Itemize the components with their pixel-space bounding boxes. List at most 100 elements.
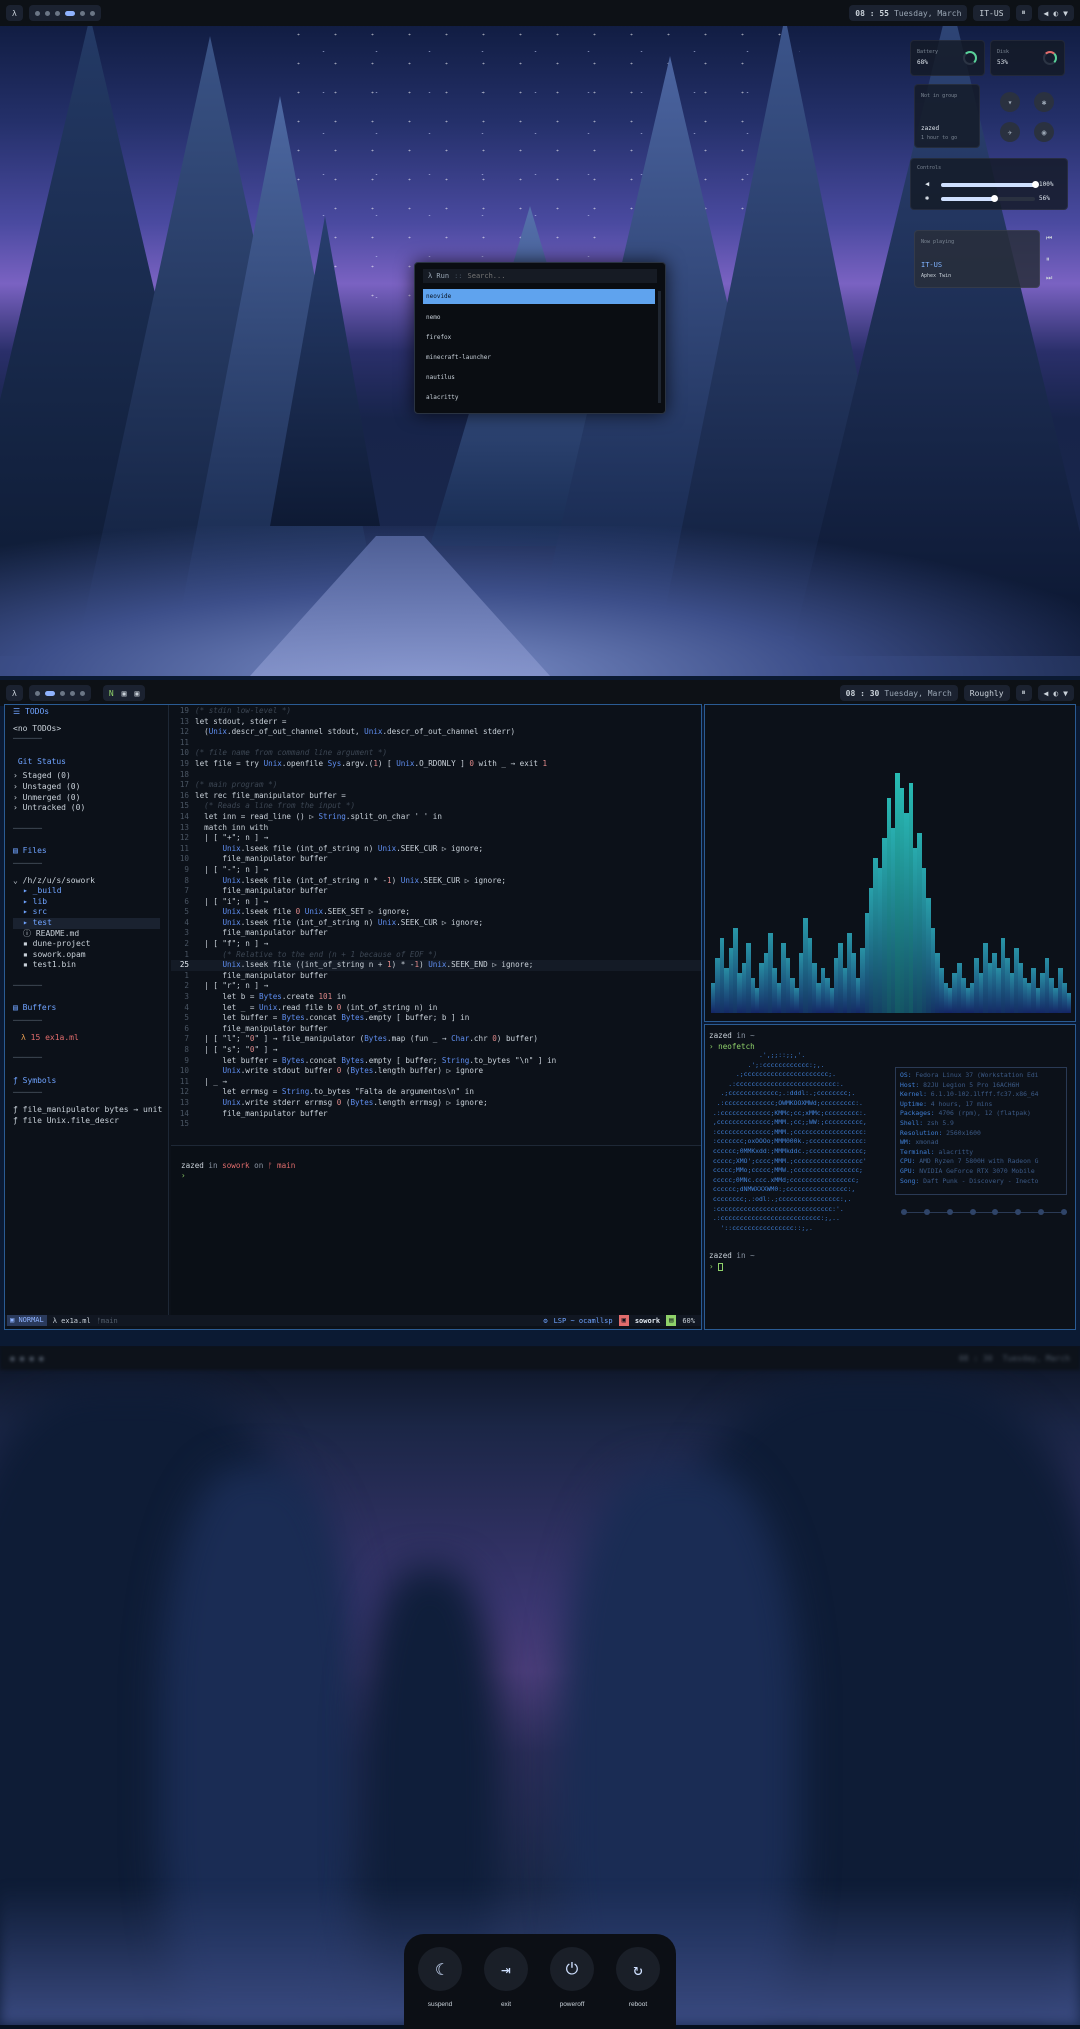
workspace-dot[interactable] bbox=[79, 10, 85, 16]
tree-folder[interactable]: ▸ lib bbox=[13, 897, 160, 908]
tree-file[interactable]: ▪ sowork.opam bbox=[13, 950, 160, 961]
window-icon[interactable]: ▣ bbox=[134, 689, 139, 698]
git-item[interactable]: › Untracked (0) bbox=[13, 803, 160, 814]
workspace-dot[interactable] bbox=[34, 690, 40, 696]
system-tray[interactable]: ◀ ◐ ▼ bbox=[1037, 685, 1074, 701]
poweroff-button[interactable]: ⏻ bbox=[550, 1947, 594, 1991]
code-line[interactable]: 7 file_manipulator buffer bbox=[171, 886, 701, 897]
buffers-header[interactable]: ▤ Buffers bbox=[13, 1003, 160, 1014]
code-line[interactable]: 11 bbox=[171, 738, 701, 749]
terminal-input-line[interactable]: › bbox=[181, 1171, 691, 1182]
code-line[interactable]: 15 bbox=[171, 1119, 701, 1130]
brightness-slider[interactable] bbox=[941, 195, 1035, 202]
statusline-file[interactable]: λ ex1a.ml bbox=[53, 1317, 91, 1325]
tree-folder[interactable]: ▸ src bbox=[13, 907, 160, 918]
code-line[interactable]: 14 file_manipulator buffer bbox=[171, 1109, 701, 1120]
code-line[interactable]: 1 (* Relative to the end (n + 1 because … bbox=[171, 950, 701, 961]
launcher-item[interactable]: alacritty bbox=[423, 388, 655, 408]
code-line[interactable]: 2 | [ "f"; n ] → bbox=[171, 939, 701, 950]
workspace-indicator[interactable] bbox=[28, 685, 91, 701]
system-tray[interactable]: ◀ ◐ ▼ bbox=[1037, 5, 1074, 21]
code-line[interactable]: 11 | _ → bbox=[171, 1077, 701, 1088]
git-item[interactable]: › Staged (0) bbox=[13, 771, 160, 782]
volume-knob[interactable] bbox=[1032, 181, 1039, 188]
bluetooth-toggle[interactable]: ✱ bbox=[1034, 92, 1054, 112]
workspace-indicator[interactable] bbox=[28, 5, 101, 21]
tree-file[interactable]: ⓘ README.md bbox=[13, 929, 160, 940]
launcher-item[interactable]: nautilus bbox=[423, 368, 655, 388]
tree-folder[interactable]: ▸ test bbox=[13, 917, 160, 929]
airplane-toggle[interactable]: ✈ bbox=[1000, 122, 1020, 142]
launcher-item[interactable]: firefox bbox=[423, 328, 655, 348]
code-line[interactable]: 19 (* stdin low-level *) bbox=[171, 706, 701, 717]
code-line[interactable]: 8 Unix.lseek file (int_of_string n * -1)… bbox=[171, 876, 701, 887]
window-icon[interactable]: ▣ bbox=[122, 689, 127, 698]
code-line[interactable]: 9 | [ "-"; n ] → bbox=[171, 865, 701, 876]
media-toggle[interactable]: ⏸ bbox=[1015, 5, 1032, 21]
suspend-button[interactable]: ☾ bbox=[418, 1947, 462, 1991]
code-line[interactable]: 6 | [ "i"; n ] → bbox=[171, 897, 701, 908]
lsp-status[interactable]: LSP ~ ocamllsp bbox=[554, 1317, 613, 1325]
tree-file[interactable]: ▪ dune-project bbox=[13, 939, 160, 950]
keyboard-layout[interactable]: Roughly bbox=[963, 685, 1010, 701]
code-line[interactable]: 15 (* Reads a line from the input *) bbox=[171, 801, 701, 812]
symbols-header[interactable]: ƒ Symbols bbox=[13, 1076, 160, 1087]
code-line[interactable]: 4 let _ = Unix.read file b 0 (int_of_str… bbox=[171, 1003, 701, 1014]
code-line[interactable]: 14 let inn = read_line () ▷ String.split… bbox=[171, 812, 701, 823]
volume-icon[interactable]: ◀ bbox=[1044, 689, 1049, 698]
pause-icon[interactable]: ⏸ bbox=[1046, 255, 1050, 264]
layout-indicator[interactable]: N ▣ ▣ bbox=[102, 685, 146, 701]
volume-icon[interactable]: ◀ bbox=[1044, 9, 1049, 18]
embedded-terminal[interactable]: zazed in sowork on ᚠ main › bbox=[171, 1145, 701, 1315]
code-line[interactable]: 2 | [ "r"; n ] → bbox=[171, 981, 701, 992]
code-line[interactable]: 5 Unix.lseek file 0 Unix.SEEK_SET ▷ igno… bbox=[171, 907, 701, 918]
keyboard-layout[interactable]: IT-US bbox=[973, 5, 1010, 21]
launcher-button[interactable]: λ bbox=[6, 685, 23, 701]
workspace-dot[interactable] bbox=[69, 690, 75, 696]
code-line[interactable]: 11 Unix.lseek file (int_of_string n) Uni… bbox=[171, 844, 701, 855]
code-line[interactable]: 13 let stdout, stderr = bbox=[171, 717, 701, 728]
launcher-search[interactable]: λ Run :: bbox=[423, 269, 657, 283]
idea-toggle[interactable]: ◉ bbox=[1034, 122, 1054, 142]
night-light-icon[interactable]: ◐ bbox=[1053, 9, 1058, 18]
files-header[interactable]: ▤ Files bbox=[13, 846, 160, 857]
volume-slider[interactable] bbox=[941, 181, 1039, 188]
git-header[interactable]: Git Status bbox=[13, 757, 160, 768]
code-line[interactable]: 10 Unix.write stdout buffer 0 (Bytes.len… bbox=[171, 1066, 701, 1077]
next-icon[interactable]: ⏭ bbox=[1046, 274, 1052, 283]
code-line[interactable]: 13 match inn with bbox=[171, 823, 701, 834]
code-line[interactable]: 5 let buffer = Bytes.concat Bytes.empty … bbox=[171, 1013, 701, 1024]
code-line[interactable]: 4 Unix.lseek file (int_of_string n) Unix… bbox=[171, 918, 701, 929]
workspace-dot[interactable] bbox=[44, 10, 50, 16]
code-line-current[interactable]: 25 Unix.lseek file ((int_of_string n + 1… bbox=[171, 960, 701, 971]
workspace-dot[interactable] bbox=[59, 690, 65, 696]
neovim-icon[interactable]: N bbox=[109, 689, 114, 698]
night-light-icon[interactable]: ◐ bbox=[1053, 689, 1058, 698]
code-line[interactable]: 8 | [ "s"; "0" ] → bbox=[171, 1045, 701, 1056]
code-line[interactable]: 7 | [ "l"; "0" ] → file_manipulator (Byt… bbox=[171, 1034, 701, 1045]
code-line[interactable]: 12 (Unix.descr_of_out_channel stdout, Un… bbox=[171, 727, 701, 738]
workspace-dot-active[interactable] bbox=[44, 690, 55, 696]
git-item[interactable]: › Unstaged (0) bbox=[13, 782, 160, 793]
launcher-button[interactable]: λ bbox=[6, 5, 23, 21]
wifi-icon[interactable]: ▼ bbox=[1063, 9, 1068, 18]
launcher-item[interactable]: minecraft-launcher bbox=[423, 348, 655, 368]
media-toggle[interactable]: ⏸ bbox=[1015, 685, 1032, 701]
workspace-dot[interactable] bbox=[34, 10, 40, 16]
code-editor[interactable]: 19 (* stdin low-level *) 13 let stdout, std… bbox=[171, 705, 701, 1145]
code-line[interactable]: 1 file_manipulator buffer bbox=[171, 971, 701, 982]
code-line[interactable]: 6 file_manipulator buffer bbox=[171, 1024, 701, 1035]
clock[interactable]: 08 : 30 Tuesday, March bbox=[839, 685, 958, 701]
launcher-item[interactable]: neovide bbox=[423, 289, 655, 304]
code-line[interactable]: 12 let errmsg = String.to_bytes "Falta d… bbox=[171, 1087, 701, 1098]
code-line[interactable]: 19 let file = try Unix.openfile Sys.argv.… bbox=[171, 759, 701, 770]
tree-root[interactable]: ⌄ /h/z/u/s/sowork bbox=[13, 876, 160, 887]
exit-button[interactable]: ⇥ bbox=[484, 1947, 528, 1991]
code-line[interactable]: 16 let rec file_manipulator buffer = bbox=[171, 791, 701, 802]
code-line[interactable]: 17 (* main program *) bbox=[171, 780, 701, 791]
wifi-toggle[interactable]: ▾ bbox=[1000, 92, 1020, 112]
workspace-dot[interactable] bbox=[79, 690, 85, 696]
search-input[interactable] bbox=[467, 272, 618, 280]
wifi-icon[interactable]: ▼ bbox=[1063, 689, 1068, 698]
launcher-scrollbar[interactable] bbox=[658, 291, 661, 403]
